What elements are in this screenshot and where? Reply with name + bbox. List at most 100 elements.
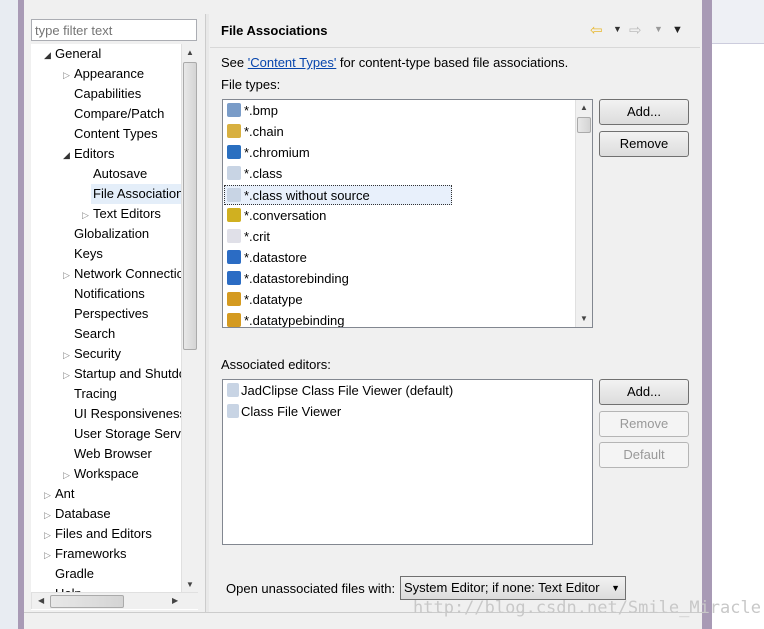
file-type-item[interactable]: *.crit [227,227,270,247]
collapsed-arrow-icon[interactable]: ▷ [82,210,92,220]
datastore-icon [227,271,241,285]
filter-input[interactable] [31,19,197,41]
collapsed-arrow-icon[interactable]: ▷ [63,270,73,280]
tree-hscroll-thumb[interactable] [50,595,124,608]
forward-arrow-icon[interactable]: ⇨ [629,21,642,39]
collapsed-arrow-icon[interactable]: ▷ [63,370,73,380]
file-type-item[interactable]: *.datatypebinding [227,311,344,327]
conversation-icon [227,208,241,222]
file-type-label: *.crit [244,229,270,244]
chevron-down-icon: ▼ [611,583,620,593]
tree-item[interactable]: Autosave [93,164,147,184]
tree-scroll-thumb[interactable] [183,62,197,350]
scroll-right-icon[interactable]: ▶ [172,596,178,605]
file-type-item[interactable]: *.datastorebinding [227,269,349,289]
tree-item[interactable]: Network Connections [74,264,198,284]
tree-item[interactable]: Gradle [55,564,94,584]
collapsed-arrow-icon[interactable]: ▷ [63,470,73,480]
tree-item[interactable]: Appearance [74,64,144,84]
collapsed-arrow-icon[interactable]: ▷ [44,510,54,520]
open-unassociated-select[interactable]: System Editor; if none: Text Editor ▼ [400,576,626,600]
collapsed-arrow-icon[interactable]: ▷ [44,490,54,500]
editor-item[interactable]: Class File Viewer [227,402,341,422]
page-title: File Associations [221,23,328,38]
header-separator [210,47,700,48]
file-type-item[interactable]: *.class [227,164,282,184]
tree-item[interactable]: File Associations [91,184,192,204]
chain-icon [227,124,241,138]
tree-item[interactable]: Notifications [74,284,145,304]
associated-editors-list[interactable]: JadClipse Class File Viewer (default) Cla… [222,379,593,545]
tree-vertical-scrollbar[interactable]: ▲ ▼ [181,44,198,592]
tree-item[interactable]: User Storage Service [74,424,198,444]
tree-item[interactable]: Compare/Patch [74,104,164,124]
expanded-arrow-icon[interactable]: ◢ [63,150,73,160]
scroll-down-icon[interactable]: ▼ [186,580,194,589]
tree-horizontal-scrollbar[interactable]: ◀ ▶ [31,592,198,609]
file-type-item[interactable]: *.chromium [227,143,310,163]
tree-item[interactable]: Search [74,324,115,344]
file-type-item[interactable]: *.conversation [227,206,326,226]
background-app-right [712,0,764,629]
file-type-remove-button[interactable]: Remove [599,131,689,157]
editor-add-button[interactable]: Add... [599,379,689,405]
tree-item[interactable]: Workspace [74,464,139,484]
editor-label: Class File Viewer [241,404,342,419]
file-type-label: *.datastorebinding [244,271,349,286]
file-types-scroll-thumb[interactable] [577,117,591,133]
tree-item[interactable]: Database [55,504,111,524]
chromium-icon [227,145,241,159]
tree-item[interactable]: Globalization [74,224,149,244]
file-type-item[interactable]: *.datatype [227,290,303,310]
back-menu-chevron-icon[interactable]: ▼ [613,24,622,34]
back-arrow-icon[interactable]: ⇦ [590,21,603,39]
view-menu-icon[interactable]: ▼ [672,24,683,36]
file-type-add-button[interactable]: Add... [599,99,689,125]
tree-item[interactable]: Security [74,344,121,364]
tree-item[interactable]: Web Browser [74,444,152,464]
tree-item[interactable]: Files and Editors [55,524,152,544]
forward-menu-chevron-icon[interactable]: ▼ [654,24,663,34]
tree-item[interactable]: Perspectives [74,304,148,324]
tree-item[interactable]: Tracing [74,384,117,404]
scroll-down-icon[interactable]: ▼ [580,314,588,323]
tree-item[interactable]: Capabilities [74,84,141,104]
tree-item[interactable]: Keys [74,244,103,264]
scroll-left-icon[interactable]: ◀ [38,596,44,605]
content-types-link[interactable]: 'Content Types' [248,55,337,70]
collapsed-arrow-icon[interactable]: ▷ [63,350,73,360]
file-type-item[interactable]: *.chain [227,122,284,142]
collapsed-arrow-icon[interactable]: ▷ [44,530,54,540]
file-type-item[interactable]: *.bmp [227,101,278,121]
tree-item[interactable]: Editors [74,144,114,164]
tree-item[interactable]: UI Responsiveness [74,404,186,424]
editor-remove-button[interactable]: Remove [599,411,689,437]
file-type-item[interactable]: *.class without source [224,185,452,205]
editor-default-button[interactable]: Default [599,442,689,468]
datatype-icon [227,313,241,327]
open-unassociated-value: System Editor; if none: Text Editor [404,580,600,595]
note-suffix: for content-type based file associations… [336,55,569,70]
tree-item[interactable]: Startup and Shutdown [74,364,198,384]
file-type-label: *.conversation [244,208,327,223]
tree-item[interactable]: Content Types [74,124,158,144]
tree-item[interactable]: Text Editors [93,204,161,224]
file-type-label: *.class [244,166,283,181]
collapsed-arrow-icon[interactable]: ▷ [44,550,54,560]
file-types-label: File types: [221,77,281,92]
file-types-list[interactable]: *.bmp *.chain *.chromium *.class *.class wit… [222,99,593,328]
file-type-label: *.class without source [244,188,370,203]
expanded-arrow-icon[interactable]: ◢ [44,50,54,60]
collapsed-arrow-icon[interactable]: ▷ [63,70,73,80]
tree-item[interactable]: Frameworks [55,544,127,564]
scroll-up-icon[interactable]: ▲ [186,48,194,57]
file-type-item[interactable]: *.datastore [227,248,307,268]
tree-item[interactable]: General [55,44,101,64]
watermark: http://blog.csdn.net/Smile_Miracle [413,598,761,618]
pane-splitter[interactable] [205,14,209,629]
class-file-icon [227,404,239,418]
tree-item[interactable]: Ant [55,484,75,504]
scroll-up-icon[interactable]: ▲ [580,103,588,112]
editor-item[interactable]: JadClipse Class File Viewer (default) [227,381,453,401]
file-types-scrollbar[interactable]: ▲ ▼ [575,100,592,327]
